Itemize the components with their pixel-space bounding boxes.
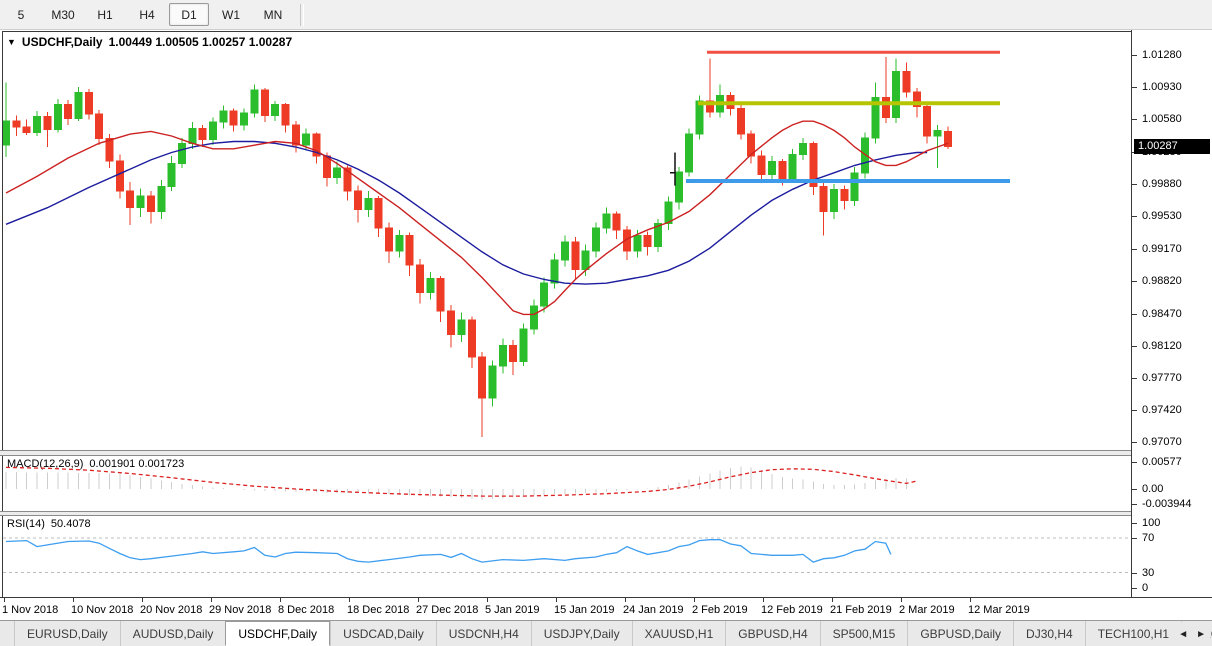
price-tick-label: 0.99170 <box>1142 243 1182 255</box>
price-tick-label: 0.97420 <box>1142 404 1182 416</box>
rsi-tick-label: 0 <box>1142 582 1148 594</box>
price-tick-label: 1.00580 <box>1142 113 1182 125</box>
date-tick <box>832 598 833 602</box>
date-tick <box>487 598 488 602</box>
price-tick-label: 1.00930 <box>1142 81 1182 93</box>
tab-scroll-controls: ◄ ► <box>1174 622 1210 646</box>
chart-tab-xauusd[interactable]: XAUUSD,H1 <box>632 621 726 646</box>
price-tick-label: 0.99880 <box>1142 178 1182 190</box>
macd-tick-label: -0.003944 <box>1142 498 1192 510</box>
date-label: 5 Jan 2019 <box>485 604 539 616</box>
chart-tab-usdjpy[interactable]: USDJPY,Daily <box>531 621 632 646</box>
axis-tick <box>1132 184 1137 185</box>
price-tick-label: 0.98470 <box>1142 308 1182 320</box>
date-tick <box>763 598 764 602</box>
axis-tick <box>1132 573 1137 574</box>
macd-tick-label: 0.00 <box>1142 483 1163 495</box>
price-tick-label: 0.98820 <box>1142 275 1182 287</box>
price-tick-label: 0.97070 <box>1142 436 1182 448</box>
price-tick-label: 0.97770 <box>1142 372 1182 384</box>
chart-tab-bar: EURUSD,DailyAUDUSD,DailyUSDCHF,DailyUSDC… <box>0 620 1212 646</box>
date-label: 10 Nov 2018 <box>71 604 133 616</box>
chart-tab-usdcnh[interactable]: USDCNH,H4 <box>436 621 531 646</box>
splitter-main-macd[interactable] <box>0 450 1212 456</box>
date-tick <box>4 598 5 602</box>
chart-tab-sp500[interactable]: SP500,M15 <box>820 621 908 646</box>
splitter-macd-rsi[interactable] <box>0 511 1212 516</box>
date-label: 1 Nov 2018 <box>2 604 58 616</box>
current-price-tag: 1.00287 <box>1134 139 1210 154</box>
date-tick <box>73 598 74 602</box>
date-label: 27 Dec 2018 <box>416 604 478 616</box>
date-tick <box>625 598 626 602</box>
date-label: 8 Dec 2018 <box>278 604 334 616</box>
date-label: 2 Mar 2019 <box>899 604 955 616</box>
date-label: 29 Nov 2018 <box>209 604 271 616</box>
axis-tick <box>1132 442 1137 443</box>
axis-tick <box>1132 538 1137 539</box>
axis-tick <box>1132 523 1137 524</box>
date-label: 15 Jan 2019 <box>554 604 615 616</box>
axis-tick <box>1132 314 1137 315</box>
axis-tick <box>1132 378 1137 379</box>
date-axis: 1 Nov 2018 10 Nov 2018 20 Nov 2018 29 Nov 2… <box>0 597 1212 621</box>
chart-tab-gbpusd[interactable]: GBPUSD,H4 <box>725 621 819 646</box>
axis-tick <box>1132 281 1137 282</box>
macd-indicator <box>6 466 917 499</box>
axis-tick <box>1132 119 1137 120</box>
date-tick <box>211 598 212 602</box>
axis-tick <box>1132 489 1137 490</box>
horizontal-object-lines[interactable] <box>686 52 1010 181</box>
candlestick-series <box>3 57 952 437</box>
price-tick-label: 0.99530 <box>1142 210 1182 222</box>
date-tick <box>694 598 695 602</box>
rsi-gridlines <box>3 538 1130 573</box>
date-tick <box>349 598 350 602</box>
axis-tick <box>1132 588 1137 589</box>
price-tick-label: 1.01280 <box>1142 49 1182 61</box>
date-tick <box>901 598 902 602</box>
axis-tick <box>1132 462 1137 463</box>
date-label: 24 Jan 2019 <box>623 604 684 616</box>
price-tick-label: 0.98120 <box>1142 340 1182 352</box>
trading-terminal-window: 5M30H1H4D1W1MN ▼ USDCHF,Daily 1.00449 1.… <box>0 0 1212 646</box>
rsi-tick-label: 30 <box>1142 567 1154 579</box>
rsi-line <box>6 540 891 562</box>
price-axis: 1.012801.009301.005801.002300.998800.995… <box>1132 30 1212 620</box>
chart-tab-dj30[interactable]: DJ30,H4 <box>1013 621 1085 646</box>
axis-tick <box>1132 346 1137 347</box>
chart-tab-usdcad[interactable]: USDCAD,Daily <box>330 621 436 646</box>
date-label: 2 Feb 2019 <box>692 604 748 616</box>
date-tick <box>418 598 419 602</box>
chart-tab-tech100[interactable]: TECH100,H1 <box>1085 621 1181 646</box>
tab-scroll-right-icon[interactable]: ► <box>1196 629 1206 640</box>
date-tick <box>280 598 281 602</box>
date-label: 12 Feb 2019 <box>761 604 823 616</box>
macd-tick-label: 0.00577 <box>1142 456 1182 468</box>
date-tick <box>142 598 143 602</box>
date-label: 21 Feb 2019 <box>830 604 892 616</box>
chart-tab-gbpusd[interactable]: GBPUSD,Daily <box>907 621 1013 646</box>
axis-tick <box>1132 55 1137 56</box>
date-tick <box>970 598 971 602</box>
axis-tick <box>1132 504 1137 505</box>
chart-tab-eurusd[interactable]: EURUSD,Daily <box>14 621 120 646</box>
chart-canvas[interactable] <box>0 0 1212 646</box>
chart-tab-audusd[interactable]: AUDUSD,Daily <box>120 621 226 646</box>
axis-tick <box>1132 87 1137 88</box>
tab-scroll-left-icon[interactable]: ◄ <box>1178 629 1188 640</box>
axis-tick <box>1132 216 1137 217</box>
axis-tick <box>1132 410 1137 411</box>
axis-tick <box>1132 249 1137 250</box>
chart-tab-usdchf[interactable]: USDCHF,Daily <box>225 621 330 646</box>
date-label: 12 Mar 2019 <box>968 604 1030 616</box>
date-label: 20 Nov 2018 <box>140 604 202 616</box>
rsi-tick-label: 70 <box>1142 532 1154 544</box>
date-tick <box>556 598 557 602</box>
selected-bar-marker <box>670 153 675 186</box>
rsi-tick-label: 100 <box>1142 517 1160 529</box>
date-label: 18 Dec 2018 <box>347 604 409 616</box>
